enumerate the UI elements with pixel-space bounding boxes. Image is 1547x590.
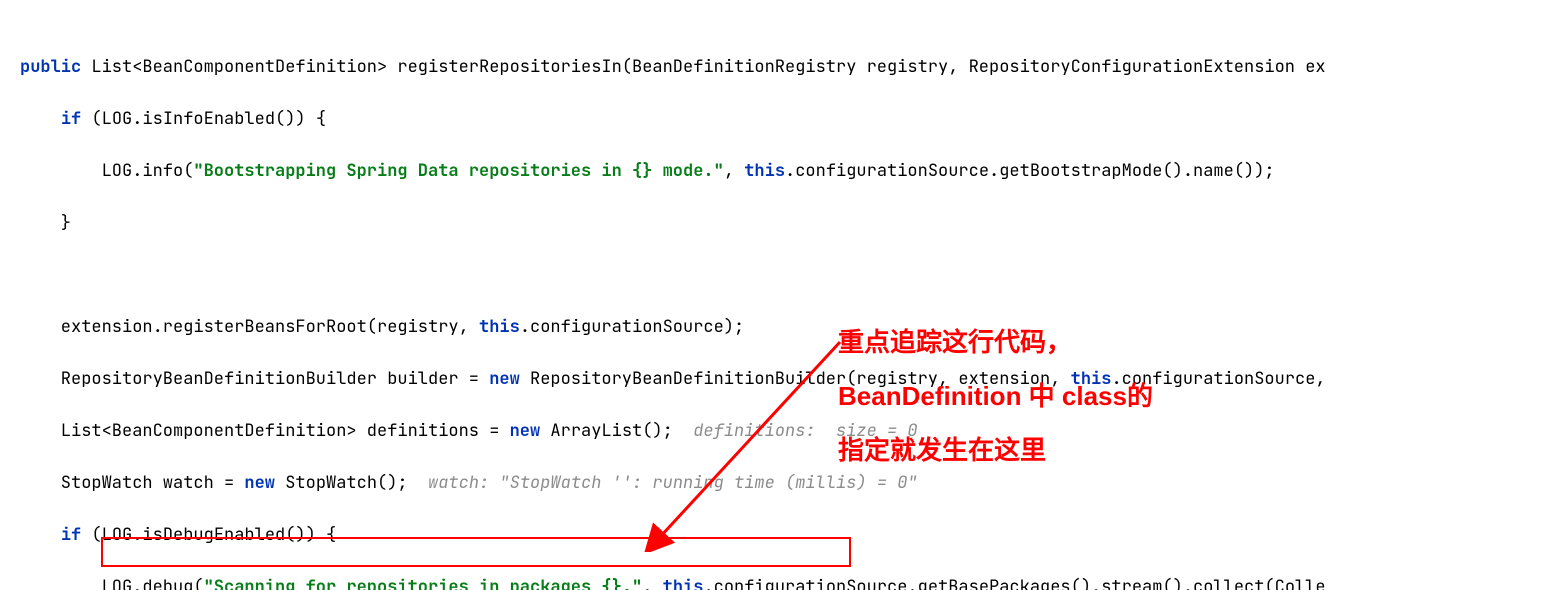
keyword-this: this <box>479 316 520 338</box>
code-line: RepositoryBeanDefinitionBuilder builder … <box>0 366 1547 392</box>
inline-hint: definitions: size = 0 <box>693 420 917 442</box>
code-line: List<BeanComponentDefinition> definition… <box>0 418 1547 444</box>
code-line: } <box>0 210 1547 236</box>
code-line: if (LOG.isDebugEnabled()) { <box>0 522 1547 548</box>
keyword-public: public <box>20 56 81 78</box>
code-line: LOG.info("Bootstrapping Spring Data repo… <box>0 158 1547 184</box>
keyword-this: this <box>744 160 785 182</box>
code-line: LOG.debug("Scanning for repositories in … <box>0 574 1547 590</box>
inline-hint: watch: "StopWatch '': running time (mill… <box>428 472 918 494</box>
code-line: extension.registerBeansForRoot(registry,… <box>0 314 1547 340</box>
string-literal: "Scanning for repositories in packages {… <box>204 576 643 590</box>
keyword-new: new <box>510 420 541 442</box>
keyword-this: this <box>663 576 704 590</box>
code-line <box>0 262 1547 288</box>
keyword-if: if <box>61 524 81 546</box>
keyword-new: new <box>244 472 275 494</box>
code-line: public List<BeanComponentDefinition> reg… <box>0 54 1547 80</box>
string-literal: "Bootstrapping Spring Data repositories … <box>193 160 723 182</box>
code-line: if (LOG.isInfoEnabled()) { <box>0 106 1547 132</box>
keyword-new: new <box>489 368 520 390</box>
keyword-this: this <box>1071 368 1112 390</box>
code-line: StopWatch watch = new StopWatch(); watch… <box>0 470 1547 496</box>
keyword-if: if <box>61 108 81 130</box>
code-editor[interactable]: public List<BeanComponentDefinition> reg… <box>0 0 1547 590</box>
